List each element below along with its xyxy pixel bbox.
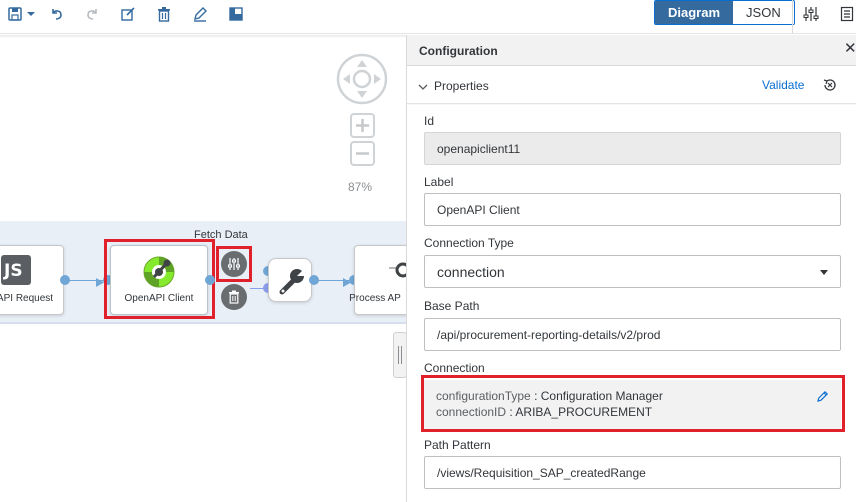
openapi-client-node[interactable]: OpenAPI Client [110,245,208,315]
toolbar-separator [792,0,793,33]
validate-link[interactable]: Validate [762,78,804,92]
configuration-panel: Configuration ✕ Properties Validate Id o… [406,35,856,502]
connection-id-key: connectionID [436,405,507,419]
save-icon[interactable] [4,3,26,25]
node-properties-button[interactable] [221,251,247,277]
properties-section-header[interactable]: Properties Validate [407,66,856,104]
edit-box-icon[interactable] [117,3,139,25]
label-field[interactable]: OpenAPI Client [424,193,841,226]
properties-form: Id openapiclient11 Label OpenAPI Client … [407,105,856,502]
connection-type-label: Connection Type [424,236,514,250]
configuration-type-value: Configuration Manager [540,389,663,403]
diagram-tab[interactable]: Diagram [655,1,734,24]
edit-pencil-icon[interactable] [816,390,829,407]
connection-box[interactable]: configurationType : Configuration Manage… [424,380,841,430]
undo-icon[interactable] [46,3,68,25]
section-title: Properties [434,79,489,93]
json-tab[interactable]: JSON [733,1,794,24]
settings-sliders-icon[interactable] [800,3,822,25]
path-pattern-label: Path Pattern [424,438,491,452]
output-port-2[interactable] [205,275,215,285]
configuration-type-row: configurationType : Configuration Manage… [436,389,663,403]
openapi-client-label: OpenAPI Client [124,293,194,304]
path-pattern-field[interactable]: /views/Requisition_SAP_createdRange [424,456,841,489]
layout-icon[interactable] [225,3,247,25]
wrench-icon [275,265,307,300]
pan-control[interactable] [336,53,388,105]
tool-node[interactable] [268,258,312,302]
panel-splitter[interactable] [393,332,407,378]
connection-label: Connection [424,361,485,375]
api-request-node[interactable]: JS API Request [0,245,64,315]
connection-type-select[interactable]: connection [424,255,841,288]
id-label: Id [424,114,435,128]
panel-header: Configuration ✕ [407,35,856,66]
trash-icon[interactable] [153,3,175,25]
dropdown-caret-icon[interactable] [24,3,38,25]
zoom-in-icon[interactable] [350,113,375,138]
connection-id-value: ARIBA_PROCUREMENT [515,405,653,419]
pencil-icon[interactable] [189,3,211,25]
reset-icon[interactable] [822,77,838,96]
api-request-label: API Request [0,293,54,304]
lane-title: Fetch Data [194,229,248,241]
javascript-icon: JS [1,255,31,285]
chevron-down-icon [820,270,828,275]
connection-id-row: connectionID : ARIBA_PROCUREMENT [436,405,653,419]
base-path-label: Base Path [424,299,480,313]
openapi-logo-icon [142,255,176,289]
configuration-type-key: configurationType [436,389,531,403]
canvas-top-shadow [0,35,406,38]
process-api-label: Process AP [349,293,401,304]
connection-line-2 [250,288,266,289]
connection-type-value: connection [437,263,505,280]
zoom-level: 87% [348,180,373,194]
toolbar: Diagram JSON [0,0,856,34]
chevron-down-icon[interactable] [418,80,428,94]
zoom-out-icon[interactable] [350,141,375,166]
redo-icon[interactable] [81,3,103,25]
view-toggle: Diagram JSON [654,0,795,25]
document-icon[interactable] [836,3,856,25]
base-path-field[interactable]: /api/procurement-reporting-details/v2/pr… [424,318,841,351]
label-label: Label [424,175,454,189]
id-field: openapiclient11 [424,132,841,165]
node-delete-button[interactable] [221,284,247,310]
panel-title: Configuration [419,44,498,58]
close-icon[interactable]: ✕ [844,41,856,56]
